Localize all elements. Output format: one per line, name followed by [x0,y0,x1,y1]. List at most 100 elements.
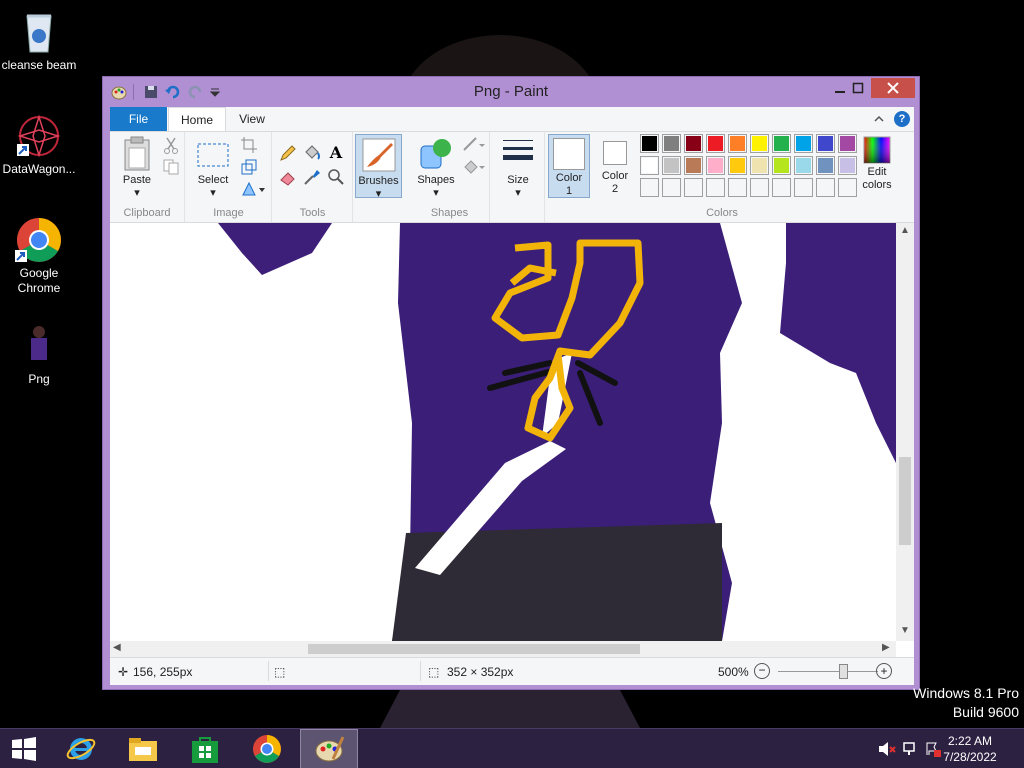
palette-swatch[interactable] [838,178,857,197]
clock[interactable]: 2:22 AM 7/28/2022 [938,733,1002,765]
palette-swatch[interactable] [772,156,791,175]
network-icon[interactable] [902,741,920,762]
shapes-button[interactable]: Shapes ▾ [414,136,458,200]
scroll-right-icon[interactable]: ▶ [882,642,890,653]
tab-file[interactable]: File [110,107,167,131]
desktop-icon-recycle-bin[interactable]: cleanse beam [0,8,78,73]
palette-swatch[interactable] [706,156,725,175]
desktop-icon-datawagon[interactable]: DataWagon... [0,112,78,177]
title-bar[interactable]: Png - Paint [103,77,919,107]
palette-swatch[interactable] [662,156,681,175]
palette-swatch[interactable] [728,178,747,197]
palette-swatch[interactable] [772,178,791,197]
brushes-button[interactable]: Brushes ▾ [355,134,402,200]
dropdown-arrow-icon: ▾ [134,187,140,199]
palette-swatch[interactable] [838,156,857,175]
palette-swatch[interactable] [728,134,747,153]
cursor-position-icon: ✛ [118,665,129,679]
palette-swatch[interactable] [684,178,703,197]
palette-swatch[interactable] [684,156,703,175]
copy-icon[interactable] [162,158,180,176]
vertical-scrollbar[interactable]: ▲ ▼ [896,223,914,641]
color-picker-icon[interactable] [303,168,321,186]
volume-muted-icon[interactable] [878,741,896,762]
palette-swatch[interactable] [640,134,659,153]
group-label-shapes: Shapes [430,207,469,219]
chrome-icon [15,216,63,264]
start-button[interactable] [0,729,48,768]
help-icon[interactable]: ? [894,111,910,127]
edit-colors-button[interactable]: Edit colors [858,134,896,192]
minimize-ribbon-icon[interactable] [872,112,886,126]
taskbar-chrome[interactable] [238,729,296,768]
palette-swatch[interactable] [728,156,747,175]
palette-swatch[interactable] [640,178,659,197]
palette-swatch[interactable] [772,134,791,153]
tab-home[interactable]: Home [168,107,226,131]
taskbar-file-explorer[interactable] [114,729,172,768]
taskbar-store[interactable] [176,729,234,768]
cut-icon[interactable] [162,136,180,154]
horizontal-scrollbar[interactable]: ◀ ▶ [110,641,896,657]
palette-swatch[interactable] [816,156,835,175]
close-button[interactable] [871,78,915,98]
palette-swatch[interactable] [816,134,835,153]
paste-label: Paste [122,174,152,186]
recycle-bin-icon [15,8,63,56]
shapes-label: Shapes [417,174,455,186]
group-colors: Color 1 Color 2 Edit colors Colors [546,132,898,222]
tab-view[interactable]: View [228,107,276,131]
palette-swatch[interactable] [640,156,659,175]
color-palette [640,134,860,200]
magnifier-icon[interactable] [327,168,345,186]
fill-bucket-icon[interactable] [303,144,321,162]
scroll-up-icon[interactable]: ▲ [900,225,910,236]
palette-swatch[interactable] [706,134,725,153]
maximize-button[interactable] [843,78,873,98]
desktop-icon-google-chrome[interactable]: Google Chrome [0,216,78,296]
palette-swatch[interactable] [706,178,725,197]
color2-button[interactable]: Color 2 [594,134,636,198]
palette-swatch[interactable] [750,156,769,175]
palette-swatch[interactable] [794,134,813,153]
zoom-out-button[interactable]: − [754,663,770,679]
pencil-icon[interactable] [279,144,297,162]
paste-button[interactable]: Paste ▾ [116,136,158,200]
group-tools: A Tools [273,132,353,222]
palette-swatch[interactable] [838,134,857,153]
palette-swatch[interactable] [816,178,835,197]
zoom-in-button[interactable]: + [876,663,892,679]
palette-swatch[interactable] [684,134,703,153]
drawing-canvas[interactable] [110,223,914,657]
chrome-icon [253,735,281,763]
zoom-slider-track[interactable] [778,671,878,672]
outline-icon[interactable] [462,136,486,154]
resize-icon[interactable] [240,158,258,176]
scroll-left-icon[interactable]: ◀ [113,642,121,653]
horizontal-scroll-thumb[interactable] [308,644,640,654]
eraser-icon[interactable] [279,168,297,186]
size-button[interactable]: Size ▾ [497,136,539,200]
text-tool-icon[interactable]: A [327,144,345,162]
taskbar-paint[interactable] [300,729,358,768]
vertical-scroll-thumb[interactable] [899,457,911,545]
desktop-icon-png[interactable]: Png [0,322,78,387]
palette-swatch[interactable] [662,178,681,197]
zoom-slider-thumb[interactable] [839,664,848,679]
fill-icon[interactable] [462,158,486,176]
taskbar-internet-explorer[interactable] [52,729,110,768]
palette-swatch[interactable] [750,134,769,153]
group-size: Size ▾ [491,132,545,222]
crop-icon[interactable] [240,136,258,154]
palette-swatch[interactable] [750,178,769,197]
color1-button[interactable]: Color 1 [548,134,590,198]
color2-swatch [603,141,627,165]
edit-colors-label-2: colors [862,179,892,191]
select-button[interactable]: Select ▾ [192,136,234,200]
scroll-down-icon[interactable]: ▼ [900,625,910,636]
palette-swatch[interactable] [794,156,813,175]
rotate-icon[interactable] [240,180,266,198]
palette-swatch[interactable] [794,178,813,197]
palette-swatch[interactable] [662,134,681,153]
image-file-icon [15,322,63,370]
